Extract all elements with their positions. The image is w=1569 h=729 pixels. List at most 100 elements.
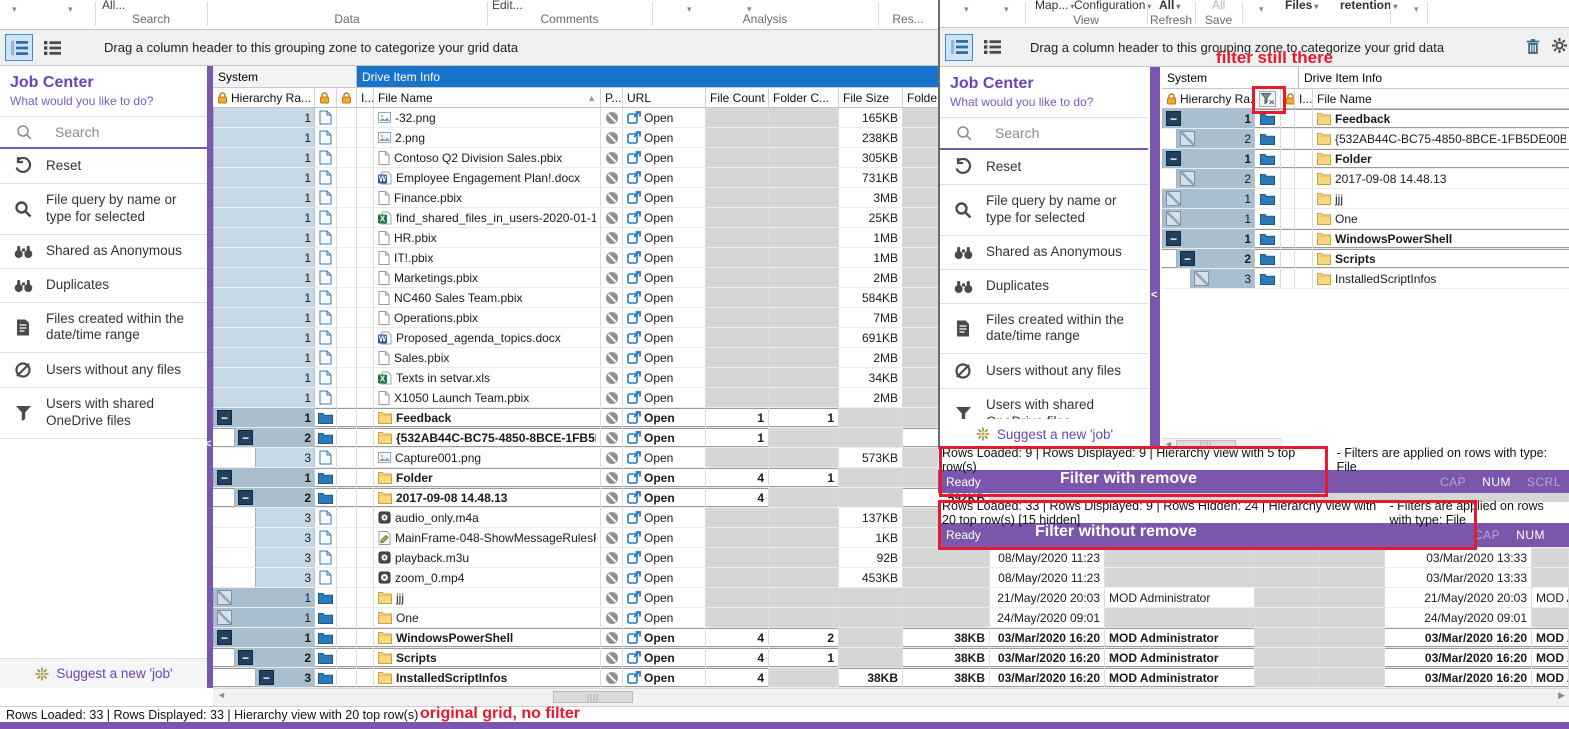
hierarchy-cell[interactable]: −1: [1162, 229, 1255, 248]
hierarchy-cell[interactable]: 1: [213, 228, 315, 247]
collapse-button[interactable]: −: [238, 430, 253, 445]
table-row[interactable]: −3InstalledScriptInfosOpen438KB38KB03/Ma…: [213, 668, 1569, 688]
column-header-row[interactable]: Hierarchy Ra...I...File Name: [1162, 89, 1569, 109]
open-link[interactable]: Open: [627, 411, 675, 425]
search-input[interactable]: Search: [0, 117, 207, 149]
hierarchy-cell[interactable]: −3: [213, 668, 315, 687]
hierarchy-cell[interactable]: 1: [213, 188, 315, 207]
sidebar-item-duplicates[interactable]: Duplicates: [0, 269, 207, 303]
left-grouping-zone[interactable]: Drag a column header to this grouping zo…: [0, 30, 938, 66]
table-row[interactable]: −1WindowsPowerShellOpen4238KB03/Mar/2020…: [213, 628, 1569, 648]
open-link[interactable]: Open: [627, 371, 673, 385]
table-row[interactable]: 3InstalledScriptInfos: [1162, 269, 1569, 289]
trash-icon[interactable]: [1525, 38, 1541, 55]
open-link[interactable]: Open: [627, 351, 673, 365]
scroll-right-icon[interactable]: ▶: [1558, 690, 1565, 701]
collapse-button[interactable]: −: [217, 470, 232, 485]
collapse-button[interactable]: −: [1166, 231, 1181, 246]
sidebar-item-reset[interactable]: Reset: [0, 149, 207, 184]
hierarchy-cell[interactable]: 1: [213, 608, 315, 627]
suggest-job-button[interactable]: Suggest a new 'job': [0, 658, 207, 688]
sidebar-item-users-without-any-files[interactable]: Users without any files: [0, 353, 207, 388]
header-url[interactable]: URL: [623, 88, 706, 107]
hierarchy-cell[interactable]: 1: [1162, 209, 1255, 228]
open-link[interactable]: Open: [627, 191, 673, 205]
open-link[interactable]: Open: [627, 451, 673, 465]
sidebar-item-duplicates[interactable]: Duplicates: [940, 270, 1148, 304]
collapse-button[interactable]: −: [259, 670, 274, 685]
header-item-type[interactable]: I...: [357, 88, 374, 107]
dropdown-caret-icon[interactable]: ▾: [1414, 4, 1419, 15]
dropdown-caret-icon[interactable]: ▾: [1004, 4, 1009, 15]
refresh-all-button[interactable]: All▾: [1159, 0, 1180, 12]
ribbon-all-button[interactable]: All...: [102, 0, 125, 12]
table-row[interactable]: 1jjj: [1162, 189, 1569, 209]
files-menu[interactable]: Files▾: [1285, 0, 1318, 12]
open-link[interactable]: Open: [627, 611, 673, 625]
hierarchy-cell[interactable]: −1: [213, 628, 315, 647]
save-all-button[interactable]: All: [1212, 0, 1225, 12]
hierarchy-view-toggle[interactable]: [945, 34, 973, 61]
hierarchy-cell[interactable]: 3: [213, 568, 315, 587]
hierarchy-cell[interactable]: −1: [1162, 109, 1255, 128]
table-row[interactable]: 3playback.m3uOpen92B08/May/2020 11:2303/…: [213, 548, 1569, 568]
band-header-row[interactable]: System Drive Item Info: [1162, 67, 1569, 89]
header-file-name[interactable]: File Name: [1313, 89, 1569, 108]
band-drive-item-info[interactable]: Drive Item Info: [1299, 67, 1569, 88]
map-menu[interactable]: Map...▾: [1035, 0, 1074, 12]
search-input[interactable]: Search: [940, 118, 1148, 150]
dropdown-caret-icon[interactable]: ▾: [964, 4, 969, 15]
hierarchy-cell[interactable]: 1: [213, 208, 315, 227]
hierarchy-view-toggle[interactable]: [5, 34, 33, 61]
open-link[interactable]: Open: [627, 531, 673, 545]
hierarchy-cell[interactable]: −2: [1162, 249, 1255, 268]
hierarchy-cell[interactable]: −1: [213, 468, 315, 487]
sidebar-item-file-query-by-name-or-type-for[interactable]: File query by name or type for selected: [940, 185, 1148, 236]
table-row[interactable]: −2Scripts: [1162, 249, 1569, 269]
sidebar-item-file-query-by-name-or-type-for[interactable]: File query by name or type for selected: [0, 184, 207, 235]
band-system[interactable]: System: [213, 66, 357, 87]
table-row[interactable]: −1Folder: [1162, 149, 1569, 169]
open-link[interactable]: Open: [627, 271, 673, 285]
hierarchy-cell[interactable]: 1: [213, 148, 315, 167]
scroll-left-icon[interactable]: ◄: [217, 690, 226, 700]
header-lock[interactable]: [1281, 89, 1295, 108]
table-row[interactable]: −1WindowsPowerShell: [1162, 229, 1569, 249]
dropdown-caret-icon[interactable]: ▾: [68, 4, 73, 15]
table-row[interactable]: 1jjjOpen21/May/2020 20:03MOD Administrat…: [213, 588, 1569, 608]
header-file-count[interactable]: File Count: [706, 88, 769, 107]
flat-view-toggle[interactable]: [38, 34, 66, 61]
hierarchy-cell[interactable]: −2: [213, 428, 315, 447]
hierarchy-cell[interactable]: 1: [213, 328, 315, 347]
hierarchy-cell[interactable]: 1: [213, 308, 315, 327]
hierarchy-cell[interactable]: −2: [213, 648, 315, 667]
dropdown-caret-icon[interactable]: ▾: [12, 4, 17, 15]
hierarchy-cell[interactable]: 1: [213, 248, 315, 267]
collapse-button[interactable]: −: [238, 650, 253, 665]
dropdown-caret-icon[interactable]: ▾: [1259, 4, 1264, 15]
collapse-button[interactable]: −: [217, 630, 232, 645]
open-link[interactable]: Open: [627, 551, 673, 565]
open-link[interactable]: Open: [627, 511, 673, 525]
open-link[interactable]: Open: [627, 291, 673, 305]
hierarchy-cell[interactable]: 1: [213, 108, 315, 127]
open-link[interactable]: Open: [627, 331, 673, 345]
sidebar-item-users-with-shared-onedrive-fil[interactable]: Users with shared OneDrive files: [0, 388, 207, 439]
open-link[interactable]: Open: [627, 231, 673, 245]
open-link[interactable]: Open: [627, 391, 673, 405]
hierarchy-cell[interactable]: 1: [213, 388, 315, 407]
sidebar-item-shared-as-anonymous[interactable]: Shared as Anonymous: [0, 235, 207, 269]
hierarchy-cell[interactable]: −2: [213, 488, 315, 507]
sidebar-item-reset[interactable]: Reset: [940, 150, 1148, 185]
scrollbar-thumb[interactable]: ||||: [553, 691, 633, 703]
hierarchy-cell[interactable]: 3: [213, 548, 315, 567]
hierarchy-cell[interactable]: 1: [213, 348, 315, 367]
table-row[interactable]: −2ScriptsOpen4138KB03/Mar/2020 16:20MOD …: [213, 648, 1569, 668]
table-row[interactable]: 2{532AB44C-BC75-4850-8BCE-1FB5DE00BE7E}: [1162, 129, 1569, 149]
header-lock-1[interactable]: [315, 88, 337, 107]
header-filter[interactable]: [1255, 89, 1281, 108]
suggest-job-button[interactable]: Suggest a new 'job': [940, 419, 1148, 449]
sidebar-item-files-created-within-the-date-[interactable]: Files created within the date/time range: [940, 304, 1148, 355]
open-link[interactable]: Open: [627, 131, 673, 145]
collapse-button[interactable]: −: [1180, 251, 1195, 266]
